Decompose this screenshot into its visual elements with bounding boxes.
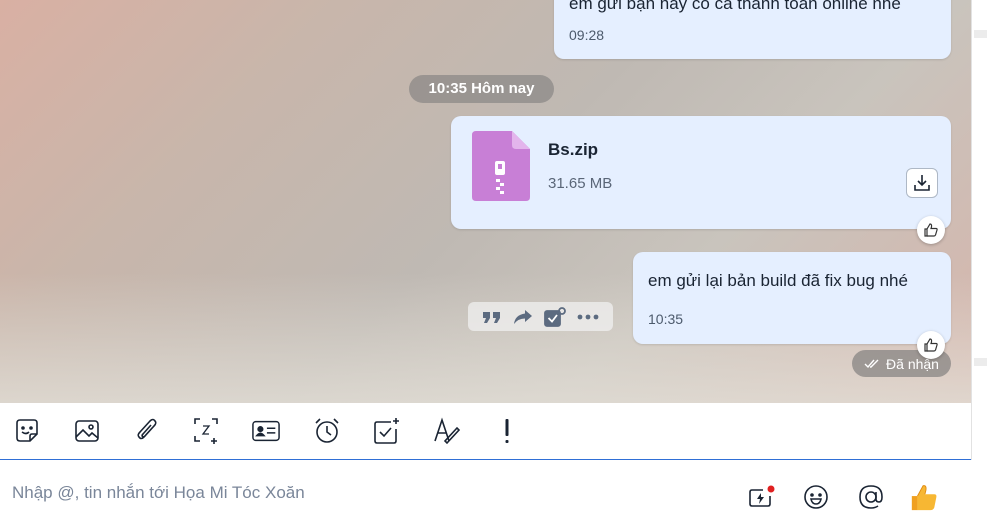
like-icon[interactable]: [909, 482, 939, 512]
message-text: em gửi lại bản build đã fix bug nhé: [648, 271, 908, 290]
thumbs-up-icon: [924, 223, 938, 237]
date-separator: 10:35 Hôm nay: [409, 75, 554, 103]
message-composer: [0, 460, 987, 511]
react-button[interactable]: [917, 216, 945, 244]
scroll-gutter: [971, 0, 987, 460]
message-text: em gửi bạn này có cả thanh toán online n…: [569, 0, 901, 13]
react-button[interactable]: [917, 331, 945, 359]
reminder-icon[interactable]: [313, 416, 341, 446]
quick-message-icon[interactable]: [746, 482, 776, 512]
quote-icon[interactable]: [482, 309, 502, 325]
format-text-icon[interactable]: [433, 416, 461, 446]
more-icon[interactable]: [577, 314, 599, 320]
attachment-icon[interactable]: [133, 416, 161, 446]
message-time: 09:28: [569, 27, 605, 43]
chat-area: em gửi bạn này có cả thanh toán online n…: [0, 0, 971, 403]
download-icon: [914, 175, 930, 191]
mention-icon[interactable]: [856, 482, 886, 512]
scroll-marker: [974, 30, 987, 38]
message-input[interactable]: [12, 480, 712, 506]
scroll-marker: [974, 358, 987, 366]
message-bubble[interactable]: em gửi lại bản build đã fix bug nhé 10:3…: [633, 252, 951, 344]
file-size: 31.65 MB: [548, 175, 613, 192]
message-time: 10:35: [648, 311, 684, 327]
message-actions: [468, 302, 613, 331]
urgent-icon[interactable]: [493, 416, 521, 446]
sticker-icon[interactable]: [13, 416, 41, 446]
thumbs-up-icon: [924, 338, 938, 352]
contact-card-icon[interactable]: [252, 416, 280, 446]
emoji-icon[interactable]: [801, 482, 831, 512]
file-message-bubble[interactable]: Bs.zip 31.65 MB: [451, 116, 951, 229]
composer-toolbar: [0, 403, 971, 460]
zip-file-icon: [472, 131, 530, 201]
add-task-icon[interactable]: [544, 306, 567, 327]
file-name: Bs.zip: [548, 140, 599, 159]
todo-icon[interactable]: [373, 416, 401, 446]
double-check-icon: [864, 359, 879, 368]
message-bubble-previous[interactable]: em gửi bạn này có cả thanh toán online n…: [554, 0, 951, 59]
download-button[interactable]: [906, 168, 938, 198]
image-icon[interactable]: [73, 416, 101, 446]
screenshot-icon[interactable]: [193, 416, 221, 446]
forward-icon[interactable]: [513, 309, 533, 325]
